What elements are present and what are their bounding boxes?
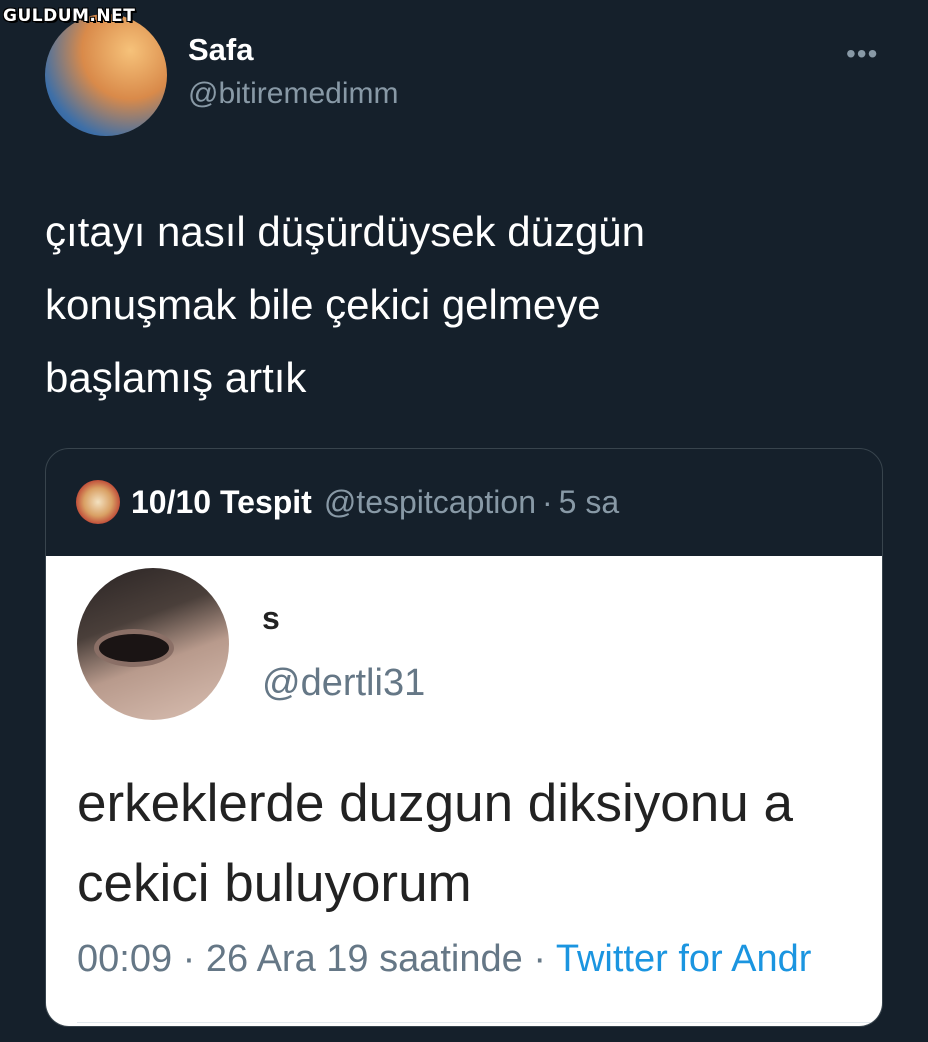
tweet-text: çıtayı nasıl düşürdüysek düzgün konuşmak… — [45, 195, 845, 414]
screenshot-text-line: cekici buluyorum — [77, 854, 472, 913]
eye-image — [99, 634, 169, 662]
watermark-logo: GULDUM.NET — [3, 6, 136, 26]
screenshot-author-name: s — [262, 600, 280, 636]
screenshot-avatar — [77, 568, 229, 720]
header-separator: · — [541, 483, 553, 520]
screenshot-author-handle: @dertli31 — [262, 662, 426, 704]
screenshot-meta: 00:09 · 26 Ara 19 saatinde · Twitter for… — [77, 938, 811, 981]
screenshot-text-line: erkeklerde duzgun diksiyonu a — [77, 774, 793, 833]
tweet-text-line: çıtayı nasıl düşürdüysek düzgün — [45, 208, 646, 255]
quoted-author-name[interactable]: 10/10 Tespit — [131, 484, 312, 521]
quoted-author-handle[interactable]: @tespitcaption — [324, 484, 536, 521]
author-handle[interactable]: @bitiremedimm — [188, 77, 398, 111]
quoted-tweet-card[interactable]: 10/10 Tespit @tespitcaption · 5 sa s @de… — [45, 448, 883, 1027]
screenshot-source-link: Twitter for Andr — [555, 938, 812, 980]
quoted-tweet-header: 10/10 Tespit @tespitcaption · 5 sa — [76, 480, 619, 524]
quoted-tweet-media[interactable]: s @dertli31 erkeklerde duzgun diksiyonu … — [46, 556, 882, 1026]
tweet-text-line: başlamış artık — [45, 354, 307, 401]
author-avatar[interactable] — [45, 14, 167, 136]
quoted-author-avatar[interactable] — [76, 480, 120, 524]
more-options-icon[interactable]: ••• — [846, 38, 878, 70]
author-name[interactable]: Safa — [188, 32, 253, 68]
quoted-tweet-time[interactable]: 5 sa — [559, 484, 619, 521]
tweet-text-line: konuşmak bile çekici gelmeye — [45, 281, 601, 328]
screenshot-timestamp: 00:09 · 26 Ara 19 saatinde · — [77, 938, 556, 980]
screenshot-divider — [77, 1022, 882, 1023]
screenshot-tweet-text: erkeklerde duzgun diksiyonu a cekici bul… — [77, 764, 882, 924]
